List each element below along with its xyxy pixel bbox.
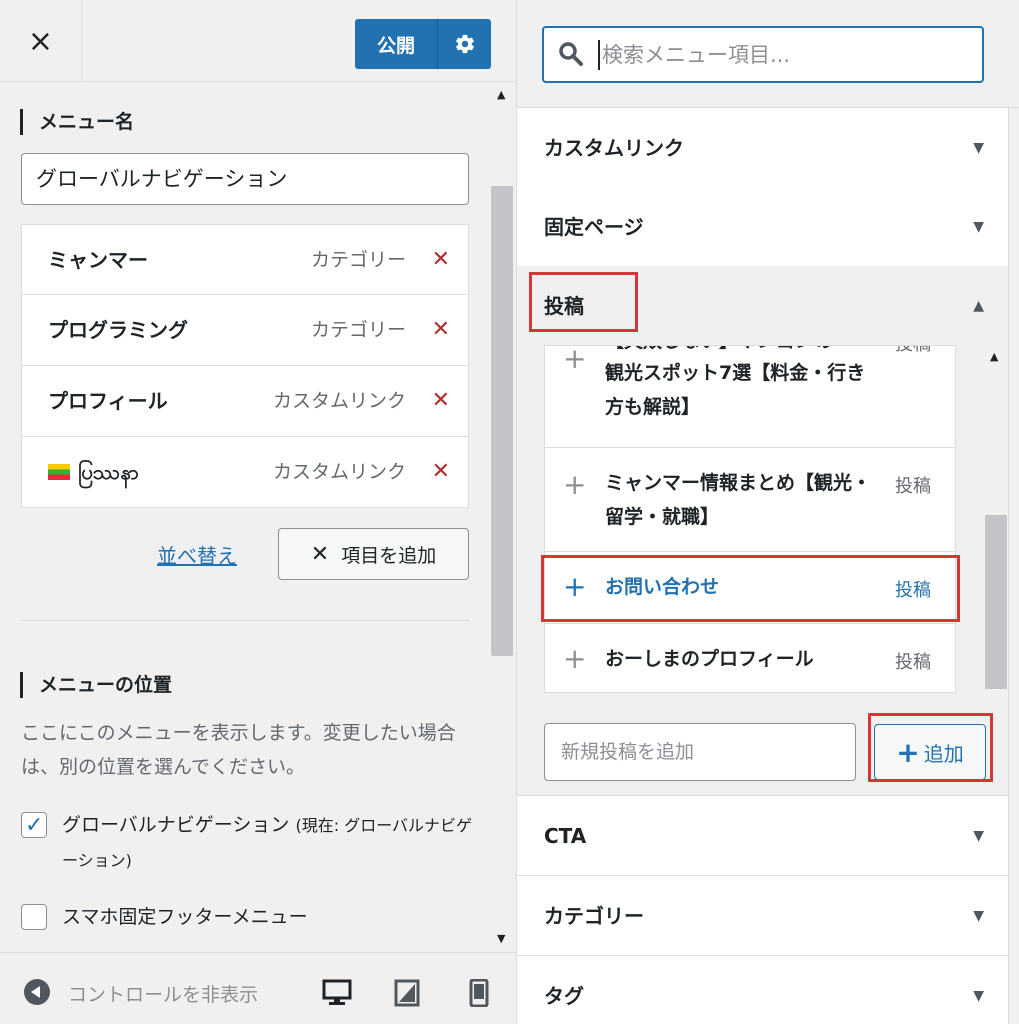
- location-option-label: グローバルナビゲーション: [62, 814, 290, 836]
- plus-icon: +: [563, 468, 587, 501]
- reorder-link[interactable]: 並べ替え: [157, 540, 237, 569]
- menu-item-title: プロフィール: [48, 389, 168, 413]
- search-placeholder: 検索メニュー項目...: [598, 40, 790, 70]
- settings-button[interactable]: [437, 19, 491, 69]
- search-area: 検索メニュー項目...: [517, 0, 1019, 108]
- accordion-categories[interactable]: カテゴリー ▼: [517, 876, 1008, 956]
- menu-item-title: ပြဿနာ: [78, 460, 139, 484]
- triangle-down-icon: ▼: [973, 988, 984, 1004]
- triangle-down-icon: ▼: [973, 908, 984, 924]
- accordion-tags[interactable]: タグ ▼: [517, 956, 1008, 1024]
- accordion-title: カテゴリー: [544, 904, 644, 928]
- triangle-down-icon: ▼: [973, 828, 984, 844]
- menu-item-type: カテゴリー: [310, 319, 406, 341]
- menu-items-list: ミャンマー カテゴリー ✕ プログラミング カテゴリー ✕ プロフィール カスタ…: [21, 224, 469, 531]
- delete-icon[interactable]: ✕: [432, 366, 450, 436]
- accordion-pages[interactable]: 固定ページ ▼: [517, 187, 1008, 267]
- highlight-box: [529, 272, 638, 332]
- panel-edge: [1008, 108, 1019, 1024]
- menu-location-description: ここにこのメニューを表示します。変更したい場合は、別の位置を選んでください。: [21, 722, 456, 778]
- menu-item-title: プログラミング: [48, 318, 188, 342]
- triangle-up-icon: ▲: [973, 298, 984, 314]
- menu-location-heading: メニューの位置: [20, 672, 172, 698]
- plus-icon: +: [563, 642, 587, 675]
- divider: [21, 620, 469, 621]
- menu-item[interactable]: ပြဿနာ カスタムリンク ✕: [21, 437, 469, 531]
- delete-icon[interactable]: ✕: [432, 295, 450, 365]
- post-type: 投稿: [895, 346, 931, 356]
- collapse-icon[interactable]: [24, 979, 50, 1005]
- customizer-header: × 公開: [0, 0, 516, 82]
- add-items-button[interactable]: ✕ 項目を追加: [278, 528, 469, 580]
- search-icon: [559, 42, 583, 66]
- plus-icon: +: [563, 345, 587, 375]
- post-title: 観光スポット7選【料金・行き方も解説】: [605, 362, 866, 418]
- accordion-title: CTA: [544, 824, 587, 848]
- menu-name-input[interactable]: グローバルナビゲーション: [21, 153, 469, 205]
- menu-item[interactable]: ミャンマー カテゴリー ✕: [21, 224, 469, 295]
- highlight-box: [868, 713, 993, 782]
- add-items-label: 項目を追加: [341, 544, 437, 567]
- new-post-input[interactable]: 新規投稿を追加: [544, 723, 856, 781]
- left-scrollbar[interactable]: ▲ ▼: [489, 82, 515, 952]
- accordion-cta[interactable]: CTA ▼: [517, 796, 1008, 876]
- menu-item-type: カスタムリンク: [272, 390, 406, 412]
- accordion-title: カスタムリンク: [544, 136, 684, 160]
- gear-icon: [455, 34, 474, 54]
- triangle-down-icon: ▼: [973, 140, 984, 156]
- customizer-footer: コントロールを非表示: [0, 952, 516, 1024]
- customizer-sidebar: × 公開 メニュー名 グローバルナビゲーション ミャンマー カテゴリー ✕ プロ…: [0, 0, 517, 1024]
- post-item[interactable]: + 【失敗しない】ヤンゴンの 観光スポット7選【料金・行き方も解説】 投稿: [545, 345, 955, 448]
- post-item[interactable]: + ミャンマー情報まとめ【観光・留学・就職】 投稿: [545, 448, 955, 552]
- accordion-title: 固定ページ: [544, 215, 644, 239]
- menu-item-type: カスタムリンク: [272, 461, 406, 483]
- checkbox[interactable]: [21, 904, 47, 930]
- delete-icon[interactable]: ✕: [432, 225, 450, 295]
- publish-button[interactable]: 公開: [355, 19, 437, 69]
- post-type: 投稿: [895, 476, 931, 497]
- post-title: おーしまのプロフィール: [605, 648, 814, 670]
- close-icon: ×: [27, 23, 54, 59]
- triangle-down-icon: ▼: [973, 219, 984, 235]
- post-type: 投稿: [895, 652, 931, 673]
- menu-item[interactable]: プロフィール カスタムリンク ✕: [21, 366, 469, 437]
- scroll-up-icon[interactable]: ▲: [990, 350, 998, 363]
- close-button[interactable]: ×: [0, 0, 82, 82]
- post-title: ミャンマー情報まとめ【観光・留学・就職】: [605, 472, 872, 528]
- menu-item-type: カテゴリー: [310, 249, 406, 271]
- accordion-custom-link[interactable]: カスタムリンク ▼: [517, 108, 1008, 188]
- accordion-title: タグ: [544, 984, 584, 1008]
- delete-icon[interactable]: ✕: [432, 437, 450, 507]
- search-input[interactable]: 検索メニュー項目...: [542, 26, 984, 83]
- checkbox-checked[interactable]: [21, 809, 47, 843]
- post-item[interactable]: + おーしまのプロフィール 投稿: [545, 624, 955, 692]
- desktop-icon[interactable]: [322, 979, 352, 1007]
- menu-item-title: ミャンマー: [48, 248, 148, 272]
- myanmar-flag-icon: [48, 461, 70, 531]
- mobile-icon[interactable]: [469, 979, 489, 1007]
- posts-list: + 【失敗しない】ヤンゴンの 観光スポット7選【料金・行き方も解説】 投稿 + …: [544, 345, 956, 693]
- scrollbar-thumb[interactable]: [985, 515, 1007, 689]
- menu-settings-panel: メニュー名 グローバルナビゲーション ミャンマー カテゴリー ✕ プログラミング…: [0, 82, 516, 952]
- collapse-label[interactable]: コントロールを非表示: [68, 953, 293, 1024]
- highlight-box: [541, 555, 960, 622]
- menu-name-heading: メニュー名: [20, 109, 134, 135]
- posts-scrollbar[interactable]: ▲: [984, 345, 1008, 693]
- scroll-up-icon[interactable]: ▲: [497, 88, 505, 101]
- available-menu-items-panel: 検索メニュー項目... カスタムリンク ▼ 固定ページ ▼ 投稿 ▲ + 【失敗…: [517, 0, 1019, 1024]
- scroll-down-icon[interactable]: ▼: [497, 932, 505, 945]
- close-icon: ✕: [310, 541, 330, 567]
- tablet-icon[interactable]: [394, 979, 420, 1007]
- location-option-label: スマホ固定フッターメニュー: [62, 906, 308, 928]
- menu-item[interactable]: プログラミング カテゴリー ✕: [21, 295, 469, 366]
- scrollbar-thumb[interactable]: [491, 186, 513, 656]
